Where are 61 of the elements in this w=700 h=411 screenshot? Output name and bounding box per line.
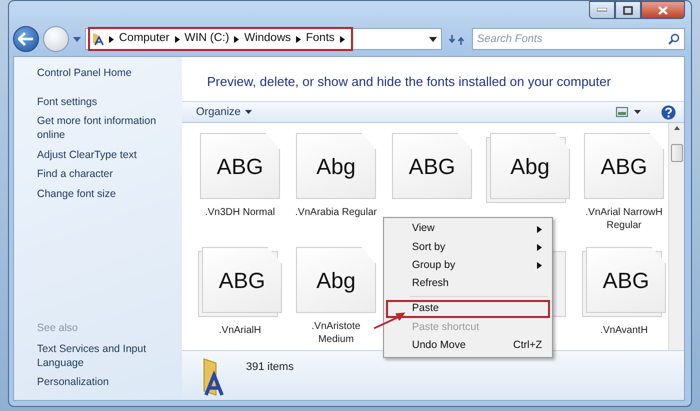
sidebar-link[interactable]: Font settings bbox=[37, 96, 174, 110]
caret-icon[interactable] bbox=[244, 110, 252, 114]
maximize-button[interactable] bbox=[615, 1, 641, 19]
chevron-icon[interactable] bbox=[234, 36, 240, 42]
font-file-icon[interactable]: ABG bbox=[392, 133, 472, 199]
item-count: 391 items bbox=[246, 360, 294, 375]
minimize-button[interactable] bbox=[589, 1, 615, 19]
scrollbar-thumb[interactable] bbox=[670, 144, 682, 162]
chevron-icon[interactable] bbox=[296, 36, 301, 42]
chevron-icon[interactable] bbox=[340, 36, 345, 42]
file-name[interactable]: .VnAristote Medium bbox=[294, 321, 378, 346]
file-name[interactable]: .VnAvantH bbox=[600, 325, 648, 338]
sidebar-link[interactable]: Personalization bbox=[37, 376, 174, 390]
sidebar-link[interactable]: Control Panel Home bbox=[37, 67, 174, 81]
menu-item[interactable]: Refresh bbox=[386, 274, 550, 294]
close-button[interactable] bbox=[641, 1, 685, 19]
breadcrumb-item[interactable]: Fonts bbox=[306, 30, 335, 48]
font-file-icon[interactable]: Abg bbox=[296, 247, 376, 313]
shortcut-text: Ctrl+Z bbox=[513, 338, 542, 354]
menu-item[interactable]: Undo Move Ctrl+Z bbox=[386, 336, 550, 356]
file-name[interactable]: .VnArialH bbox=[218, 325, 262, 338]
menu-item[interactable]: Paste bbox=[386, 300, 550, 318]
font-file-icon[interactable]: ABG bbox=[584, 133, 664, 199]
refresh-icon[interactable] bbox=[449, 32, 465, 47]
menu-item[interactable]: View bbox=[386, 220, 550, 238]
section-heading: See also bbox=[37, 321, 79, 336]
breadcrumb-item[interactable]: Computer bbox=[119, 30, 170, 48]
sidebar-link[interactable]: Get more font information online bbox=[37, 115, 174, 143]
font-folder-icon bbox=[92, 32, 104, 46]
organize-button[interactable]: Organize bbox=[194, 104, 254, 120]
breadcrumb-item[interactable]: Windows bbox=[244, 30, 291, 48]
dropdown-icon[interactable] bbox=[429, 36, 437, 42]
file-name[interactable]: .VnArial NarrowH Regular bbox=[582, 207, 666, 232]
font-file-icon[interactable]: Abg bbox=[296, 133, 376, 199]
view-icon[interactable] bbox=[616, 107, 628, 117]
sidebar-link[interactable]: Find a character bbox=[37, 168, 174, 182]
font-file-icon[interactable]: ABG bbox=[200, 133, 280, 199]
up-arrow-icon[interactable] bbox=[674, 126, 680, 130]
sidebar-link[interactable]: Change font size bbox=[37, 188, 174, 202]
pointer-arrow bbox=[372, 310, 407, 330]
chevron-icon[interactable] bbox=[174, 36, 180, 42]
search-icon[interactable] bbox=[668, 33, 680, 45]
menu-item[interactable]: Group by bbox=[386, 256, 550, 275]
address-bar[interactable]: Computer WIN (C:) Windows Fonts bbox=[85, 28, 442, 50]
sidebar-link[interactable]: Text Services and Input Language bbox=[37, 343, 174, 370]
maximize-icon[interactable] bbox=[623, 6, 633, 14]
help-icon[interactable] bbox=[661, 104, 676, 120]
caret-icon[interactable] bbox=[634, 110, 641, 114]
close-icon[interactable] bbox=[658, 6, 668, 14]
sidebar-link[interactable]: Adjust ClearType text bbox=[37, 148, 174, 162]
minimize-icon[interactable] bbox=[597, 8, 607, 12]
scrollbar[interactable] bbox=[668, 123, 684, 350]
back-button[interactable] bbox=[13, 26, 39, 52]
page-heading: Preview, delete, or show and hide the fonts installed on your computer bbox=[206, 73, 612, 91]
file-name[interactable]: .Vn3DH Normal bbox=[204, 207, 276, 220]
chevron-icon[interactable] bbox=[109, 36, 114, 42]
left-arrow-icon[interactable] bbox=[18, 32, 34, 46]
file-name[interactable]: .VnArabia Regular bbox=[295, 207, 377, 220]
menu-item[interactable]: Sort by bbox=[386, 238, 550, 257]
search-field[interactable]: Search Fonts bbox=[472, 28, 685, 50]
breadcrumb-item[interactable]: WIN (C:) bbox=[184, 30, 230, 48]
